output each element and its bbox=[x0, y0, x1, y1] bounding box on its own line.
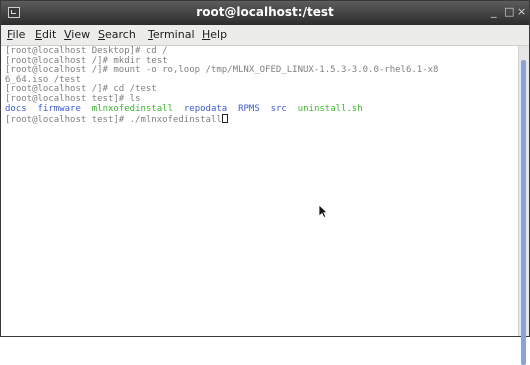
close-icon[interactable]: × bbox=[517, 5, 526, 18]
title-bar[interactable]: root@localhost:/test _ □ × bbox=[1, 1, 529, 25]
maximize-icon[interactable]: □ bbox=[504, 5, 514, 18]
terminal-command: [root@localhost test]# ./mlnxofedinstall bbox=[5, 115, 222, 126]
ls-entry-directory: docs bbox=[5, 103, 27, 114]
ls-entry-directory: src bbox=[270, 103, 287, 114]
ls-entry-directory: repodata bbox=[183, 103, 228, 114]
menu-bar: File Edit View Search Terminal Help bbox=[1, 25, 529, 46]
ls-entry-directory: RPMS bbox=[238, 103, 260, 114]
ls-entry-executable: mlnxofedinstall bbox=[91, 103, 174, 114]
scrollbar-thumb[interactable] bbox=[521, 60, 526, 365]
minimize-icon[interactable]: _ bbox=[491, 5, 497, 18]
menu-terminal[interactable]: Terminal bbox=[148, 28, 195, 41]
window-title: root@localhost:/test bbox=[196, 5, 334, 19]
menu-view[interactable]: View bbox=[64, 28, 90, 41]
terminal-line: [root@localhost /]# mount -o ro,loop /tm… bbox=[5, 65, 439, 76]
terminal-window: root@localhost:/test _ □ × File Edit Vie… bbox=[0, 0, 530, 365]
menu-edit[interactable]: Edit bbox=[35, 28, 56, 41]
menu-search[interactable]: Search bbox=[98, 28, 136, 41]
terminal-output[interactable]: [root@localhost Desktop]# cd / [root@loca… bbox=[1, 46, 519, 336]
menu-file[interactable]: File bbox=[7, 28, 25, 41]
text-cursor bbox=[221, 114, 228, 124]
mouse-pointer-icon bbox=[318, 204, 328, 218]
terminal-prompt-line: [root@localhost test]# ./mlnxofedinstall bbox=[5, 114, 519, 126]
ls-entry-directory: firmware bbox=[37, 103, 81, 114]
vertical-scrollbar[interactable] bbox=[518, 46, 529, 365]
ls-entry-executable: uninstall.sh bbox=[297, 103, 363, 114]
ls-output-line: docs firmware mlnxofedinstall repodata R… bbox=[5, 103, 519, 115]
menu-help[interactable]: Help bbox=[202, 28, 227, 41]
